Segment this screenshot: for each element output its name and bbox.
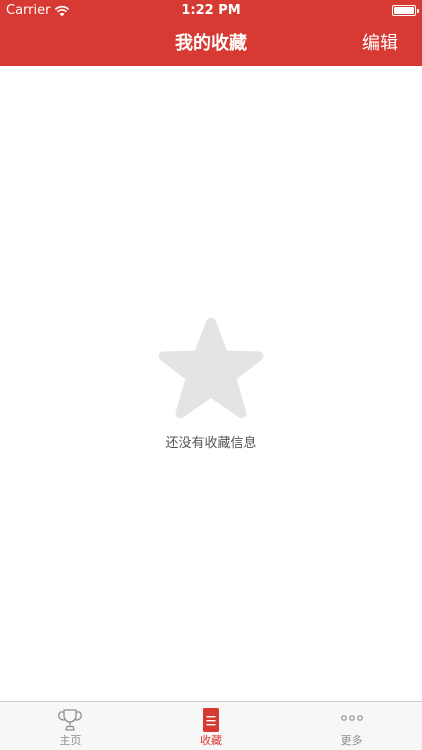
edit-button[interactable]: 编辑 (362, 22, 398, 66)
trophy-icon (58, 709, 83, 731)
tab-favorites[interactable]: 收藏 (141, 702, 282, 750)
favorites-screen: Carrier 1:22 PM 我的收藏 编辑 还没有收藏信息 主页 收藏 更多 (0, 0, 422, 750)
battery-icon (392, 5, 419, 16)
star-icon (158, 318, 264, 419)
header: Carrier 1:22 PM 我的收藏 编辑 (0, 0, 422, 66)
empty-message: 还没有收藏信息 (165, 436, 257, 451)
nav-bar: 我的收藏 编辑 (0, 22, 422, 66)
tab-more-label: 更多 (340, 734, 363, 747)
tab-home-label: 主页 (59, 734, 82, 747)
list-document-icon (203, 708, 219, 732)
status-bar: Carrier 1:22 PM (0, 0, 422, 22)
more-dots-icon (340, 715, 363, 721)
tab-favorites-label: 收藏 (200, 734, 222, 747)
status-time: 1:22 PM (181, 3, 241, 18)
empty-state: 还没有收藏信息 (0, 318, 422, 451)
tab-home[interactable]: 主页 (0, 702, 141, 750)
tab-more[interactable]: 更多 (281, 702, 422, 750)
tab-bar: 主页 收藏 更多 (0, 701, 422, 750)
battery-fill (394, 7, 414, 14)
page-title: 我的收藏 (175, 33, 247, 54)
battery-tip (417, 9, 419, 13)
